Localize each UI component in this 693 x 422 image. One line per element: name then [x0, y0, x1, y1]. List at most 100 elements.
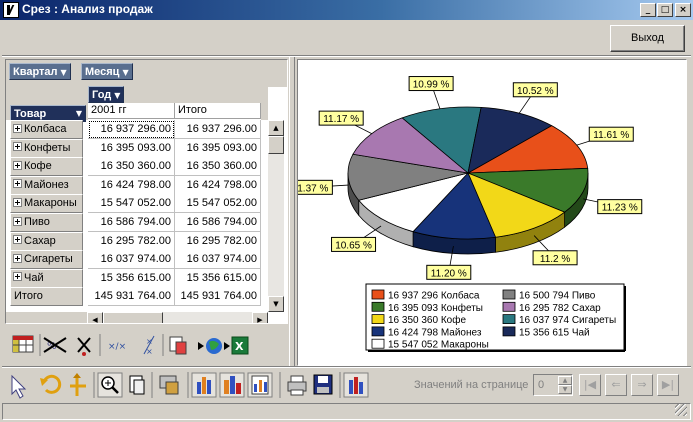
expand-plus-icon[interactable] — [13, 235, 22, 245]
row-label: Сахар — [24, 234, 56, 247]
cell-total[interactable]: 16 295 782.00 — [175, 231, 261, 251]
save-icon[interactable] — [313, 374, 333, 395]
data-label: 10.99 % — [413, 80, 450, 91]
vertical-scrollbar[interactable]: ▲ ▼ — [268, 120, 284, 312]
clear-icon[interactable] — [77, 337, 91, 356]
prev-page-button[interactable]: ⇐ — [605, 374, 627, 396]
cell-2001[interactable]: 16 037 974.00 — [88, 250, 175, 270]
row-label: Итого — [14, 290, 43, 303]
legend-swatch — [371, 326, 385, 337]
total-row-header[interactable]: Итого — [10, 287, 83, 307]
cell-total[interactable]: 16 586 794.00 — [175, 213, 261, 232]
row-header[interactable]: Чай — [10, 268, 83, 288]
cell-2001[interactable]: 145 931 764.00 — [88, 287, 175, 307]
row-header[interactable]: Колбаса — [10, 120, 83, 139]
row-header[interactable]: Сигареты — [10, 250, 83, 270]
swap-axes-icon[interactable]: ×/× — [108, 342, 126, 352]
pie-chart: 11.61 % 11.23 % 11.2 % 11.20 % 10.65 % 11.37 … — [298, 76, 643, 352]
last-page-button[interactable]: ▶| — [657, 374, 679, 396]
cell-total[interactable]: 16 350 360.00 — [175, 157, 261, 177]
export-excel-icon[interactable]: X — [224, 336, 249, 355]
scroll-up-icon[interactable]: ▲ — [268, 120, 284, 136]
expand-plus-icon[interactable] — [13, 253, 22, 263]
expand-plus-icon[interactable] — [13, 142, 22, 152]
row-header[interactable]: Конфеты — [10, 138, 83, 158]
values-per-page-input[interactable]: 0 — [535, 376, 557, 394]
data-label: 11.20 % — [431, 268, 467, 279]
page-icon[interactable] — [129, 375, 145, 395]
data-label: 11.37 % — [298, 183, 328, 194]
scroll-down-icon[interactable]: ▼ — [268, 296, 284, 312]
cell-2001[interactable]: 16 395 093.00 — [88, 138, 175, 158]
data-source-icon[interactable] — [159, 375, 179, 395]
cell-total[interactable]: 16 037 974.00 — [175, 250, 261, 270]
month-field-button[interactable]: Месяц ▼ — [81, 63, 133, 80]
next-page-button[interactable]: ⇒ — [631, 374, 653, 396]
cell-2001[interactable]: 16 295 782.00 — [88, 231, 175, 251]
row-header[interactable]: Кофе — [10, 157, 83, 177]
app-icon — [3, 2, 19, 18]
cell-total[interactable]: 145 931 764.00 — [175, 287, 261, 307]
cell-total[interactable]: 16 395 093.00 — [175, 138, 261, 158]
close-button[interactable]: × — [675, 3, 691, 17]
scroll-thumb[interactable] — [268, 136, 284, 154]
row-header[interactable]: Сахар — [10, 231, 83, 251]
cell-total[interactable]: 15 356 615.00 — [175, 268, 261, 288]
values-per-page-spinner[interactable]: 0 ▲ ▼ — [533, 374, 573, 396]
row-header[interactable]: Пиво — [10, 213, 83, 232]
legend-swatch — [502, 301, 516, 312]
chart-settings-icon[interactable] — [169, 336, 187, 355]
cell-total[interactable]: 16 424 798.00 — [175, 175, 261, 195]
cell-total[interactable]: 16 937 296.00 — [175, 120, 261, 139]
quarter-field-button[interactable]: Квартал ▼ — [9, 63, 71, 80]
chart-table-icon[interactable] — [251, 375, 269, 395]
scroll-left-icon[interactable]: ◀ — [87, 312, 103, 323]
expand-plus-icon[interactable] — [13, 197, 22, 207]
pointer-icon[interactable] — [11, 374, 27, 399]
row-area-filler — [6, 312, 87, 323]
exit-button[interactable]: Выход — [610, 25, 685, 52]
expand-plus-icon[interactable] — [13, 216, 22, 226]
scroll-right-icon[interactable]: ▶ — [252, 312, 268, 323]
cell-total[interactable]: 15 547 052.00 — [175, 194, 261, 214]
pivot-toolbar-icons: % ×/× × × X — [12, 334, 249, 356]
cell-2001[interactable]: 16 424 798.00 — [88, 175, 175, 195]
table-options-icon[interactable] — [12, 335, 34, 353]
header-filler — [261, 87, 268, 120]
row-header[interactable]: Майонез — [10, 175, 83, 195]
formula-icon[interactable]: × × — [143, 335, 155, 356]
chart-panel: 11.61 % 11.23 % 11.2 % 11.20 % 10.65 % 11.37 … — [297, 59, 687, 366]
expand-plus-icon[interactable] — [13, 123, 22, 133]
spin-down-icon[interactable]: ▼ — [558, 385, 572, 394]
row-header[interactable]: Макароны — [10, 194, 83, 214]
cell-2001[interactable]: 16 937 296.00 — [88, 120, 175, 139]
hide-totals-icon[interactable]: % — [43, 337, 67, 353]
main-toolbar — [11, 372, 369, 399]
row-label: Майонез — [24, 178, 69, 191]
cell-2001[interactable]: 16 586 794.00 — [88, 213, 175, 232]
legend-entry: 16 395 093 Конфеты — [388, 302, 483, 314]
expand-plus-icon[interactable] — [13, 160, 22, 170]
cell-2001[interactable]: 16 350 360.00 — [88, 157, 175, 177]
data-label: 10.65 % — [335, 240, 372, 251]
resize-grip-icon[interactable] — [675, 404, 687, 416]
expand-plus-icon[interactable] — [13, 179, 22, 189]
spin-up-icon[interactable]: ▲ — [558, 376, 572, 385]
cell-2001[interactable]: 15 356 615.00 — [88, 268, 175, 288]
scroll-thumb[interactable] — [103, 312, 163, 323]
legend-entry: 16 937 296 Колбаса — [388, 290, 480, 302]
first-page-button[interactable]: |◀ — [579, 374, 601, 396]
export-globe-icon[interactable] — [198, 338, 222, 354]
minimize-button[interactable]: _ — [640, 3, 656, 17]
cell-2001[interactable]: 15 547 052.00 — [88, 194, 175, 214]
chevron-down-icon: ▼ — [60, 68, 67, 77]
product-field-label: Товар — [14, 108, 47, 120]
year-field-button[interactable]: Год ▼ — [88, 86, 125, 103]
print-icon[interactable] — [287, 375, 307, 396]
refresh-icon[interactable] — [40, 374, 62, 394]
horizontal-scrollbar[interactable]: ◀ ▶ — [87, 312, 268, 323]
pane-splitter[interactable] — [289, 57, 295, 366]
expand-plus-icon[interactable] — [13, 272, 22, 282]
pivot-fields-icon[interactable] — [70, 373, 86, 396]
maximize-button[interactable]: □ — [657, 3, 673, 17]
